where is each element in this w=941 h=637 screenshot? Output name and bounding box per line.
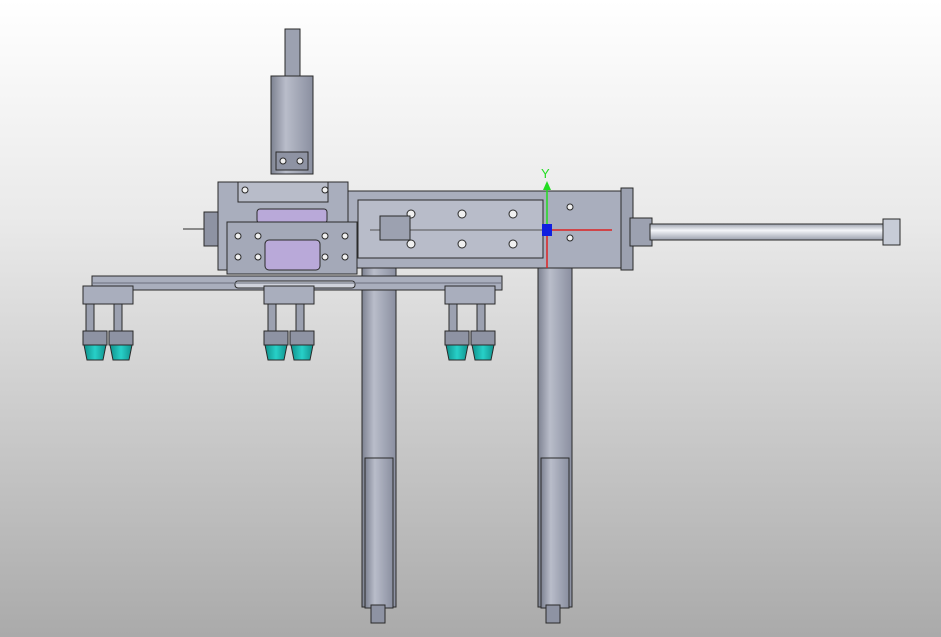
suction-cup — [264, 344, 288, 361]
y-axis-arrow — [543, 181, 551, 190]
assembly-model[interactable]: Y — [0, 0, 941, 637]
suction-cup — [83, 344, 107, 361]
suction-cup — [109, 344, 133, 361]
suction-group-left[interactable] — [82, 285, 134, 361]
support-column-right[interactable] — [537, 261, 573, 624]
cad-viewport[interactable]: Y — [0, 0, 941, 637]
suction-cup — [290, 344, 314, 361]
suction-group-right[interactable] — [444, 285, 496, 361]
support-column-left[interactable] — [361, 261, 397, 624]
suction-cup — [445, 344, 469, 361]
y-axis-label: Y — [541, 166, 550, 181]
piston-rod[interactable] — [629, 217, 901, 247]
suction-group-middle[interactable] — [263, 285, 315, 361]
origin-marker — [542, 224, 552, 236]
suction-cup — [471, 344, 495, 361]
vertical-cylinder[interactable] — [270, 28, 314, 175]
